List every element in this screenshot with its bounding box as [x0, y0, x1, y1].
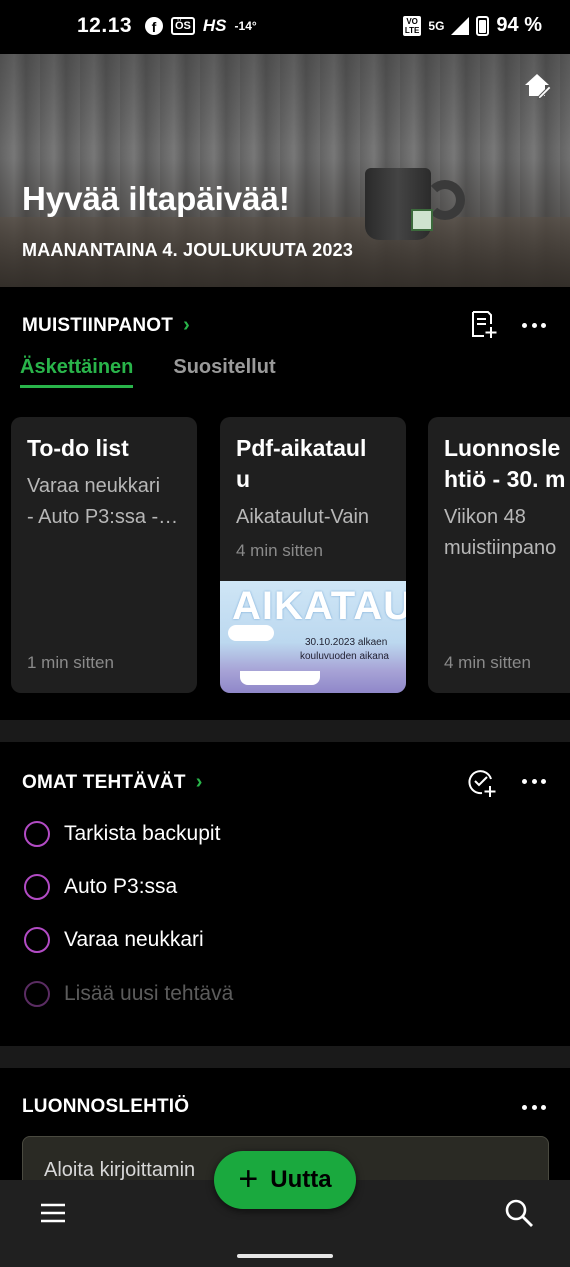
task-checkbox[interactable]: [24, 927, 50, 953]
menu-icon[interactable]: [40, 1202, 66, 1224]
tea-tag-image: [411, 209, 433, 231]
tab-suggested[interactable]: Suositellut: [173, 356, 275, 388]
sketchpad-placeholder: Aloita kirjoittamin: [44, 1159, 196, 1181]
status-bar: 12.13 f ÖS HS -14° VO LTE 5G 94 %: [0, 0, 570, 54]
note-card-body: Aikataulut-Vain: [236, 506, 370, 528]
home-header: Hyvää iltapäivää! MAANANTAINA 4. JOULUKU…: [0, 54, 570, 287]
note-card-title: Luonnosle htiö - 30. m: [444, 435, 566, 492]
ship-image: [240, 671, 320, 685]
temperature-text: -14°: [234, 19, 257, 33]
status-time: 12.13: [77, 14, 133, 37]
task-checkbox[interactable]: [24, 874, 50, 900]
note-card-time: 4 min sitten: [236, 541, 323, 560]
task-item[interactable]: Varaa neukkari: [24, 927, 204, 953]
tab-recent[interactable]: Äskettäinen: [20, 356, 134, 388]
task-checkbox: [24, 981, 50, 1007]
task-item[interactable]: Auto P3:ssa: [24, 874, 177, 900]
new-button-label: Uutta: [270, 1166, 332, 1193]
note-card[interactable]: Pdf-aikataul u Aikataulut-Vain 4 min sit…: [220, 417, 406, 693]
pdf-thumbnail-text: kouluvuoden aikana: [300, 651, 389, 662]
tasks-more-icon[interactable]: [522, 779, 546, 785]
facebook-icon: f: [145, 17, 163, 35]
date-text: MAANANTAINA 4. JOULUKUUTA 2023: [22, 240, 354, 260]
battery-icon: [476, 15, 490, 36]
add-task-input[interactable]: Lisää uusi tehtävä: [24, 981, 233, 1007]
pdf-thumbnail-text: 30.10.2023 alkaen: [305, 637, 388, 648]
news-icon: ÖS: [171, 17, 195, 35]
sketchpad-title: LUONNOSLEHTIÖ: [22, 1096, 190, 1117]
add-task-placeholder: Lisää uusi tehtävä: [64, 982, 234, 1005]
notes-tabs: Äskettäinen Suositellut: [20, 356, 276, 388]
greeting-title: Hyvää iltapäivää!: [22, 180, 290, 217]
new-button[interactable]: + Uutta: [214, 1151, 356, 1209]
hs-icon: HS: [202, 16, 227, 35]
sketchpad-more-icon[interactable]: [522, 1105, 546, 1111]
task-item[interactable]: Tarkista backupit: [24, 821, 220, 847]
search-icon[interactable]: [504, 1198, 534, 1228]
task-checkbox[interactable]: [24, 821, 50, 847]
gesture-bar[interactable]: [237, 1254, 333, 1258]
section-divider: [0, 720, 570, 742]
sketchpad-section-header: LUONNOSLEHTIÖ: [22, 1096, 189, 1118]
task-label: Auto P3:ssa: [64, 875, 178, 898]
note-card-time: 4 min sitten: [444, 653, 531, 672]
note-card-title: Pdf-aikataul u: [236, 435, 367, 492]
note-card-time: 1 min sitten: [27, 653, 114, 672]
new-note-icon[interactable]: [470, 310, 498, 340]
note-card-body: Varaa neukkari - Auto P3:ssa -…: [27, 475, 179, 528]
task-label: Tarkista backupit: [64, 822, 221, 845]
chevron-right-icon: ›: [195, 771, 203, 793]
notes-title: MUISTIINPANOT: [22, 314, 174, 336]
note-card[interactable]: Luonnosle htiö - 30. m Viikon 48 muistii…: [428, 417, 570, 693]
plus-icon: +: [238, 1159, 259, 1198]
notes-section-header[interactable]: MUISTIINPANOT ›: [22, 314, 190, 337]
pdf-thumbnail-title: AIKATAUL: [232, 584, 406, 628]
customize-home-icon[interactable]: [522, 70, 552, 100]
note-card[interactable]: To-do list Varaa neukkari - Auto P3:ssa …: [11, 417, 197, 693]
battery-percent: 94 %: [496, 14, 542, 36]
add-task-icon[interactable]: [467, 768, 497, 798]
tasks-title: OMAT TEHTÄVÄT: [22, 771, 186, 793]
system-icons: VO LTE 5G 94 %: [402, 14, 542, 37]
task-label: Varaa neukkari: [64, 928, 204, 951]
tasks-section-header[interactable]: OMAT TEHTÄVÄT ›: [22, 771, 203, 794]
notification-icons: f ÖS HS -14°: [145, 16, 257, 36]
note-card-title: To-do list: [27, 435, 129, 461]
chevron-right-icon: ›: [183, 314, 190, 336]
section-divider: [0, 1046, 570, 1068]
note-card-body: Viikon 48 muistiinpano: [444, 506, 557, 559]
signal-icon: [451, 16, 470, 35]
notes-more-icon[interactable]: [522, 323, 546, 329]
pdf-thumbnail: AIKATAUL 30.10.2023 alkaen kouluvuoden a…: [220, 581, 406, 693]
network-5g-label: 5G: [428, 18, 445, 33]
volte-icon: VO LTE: [402, 15, 422, 36]
